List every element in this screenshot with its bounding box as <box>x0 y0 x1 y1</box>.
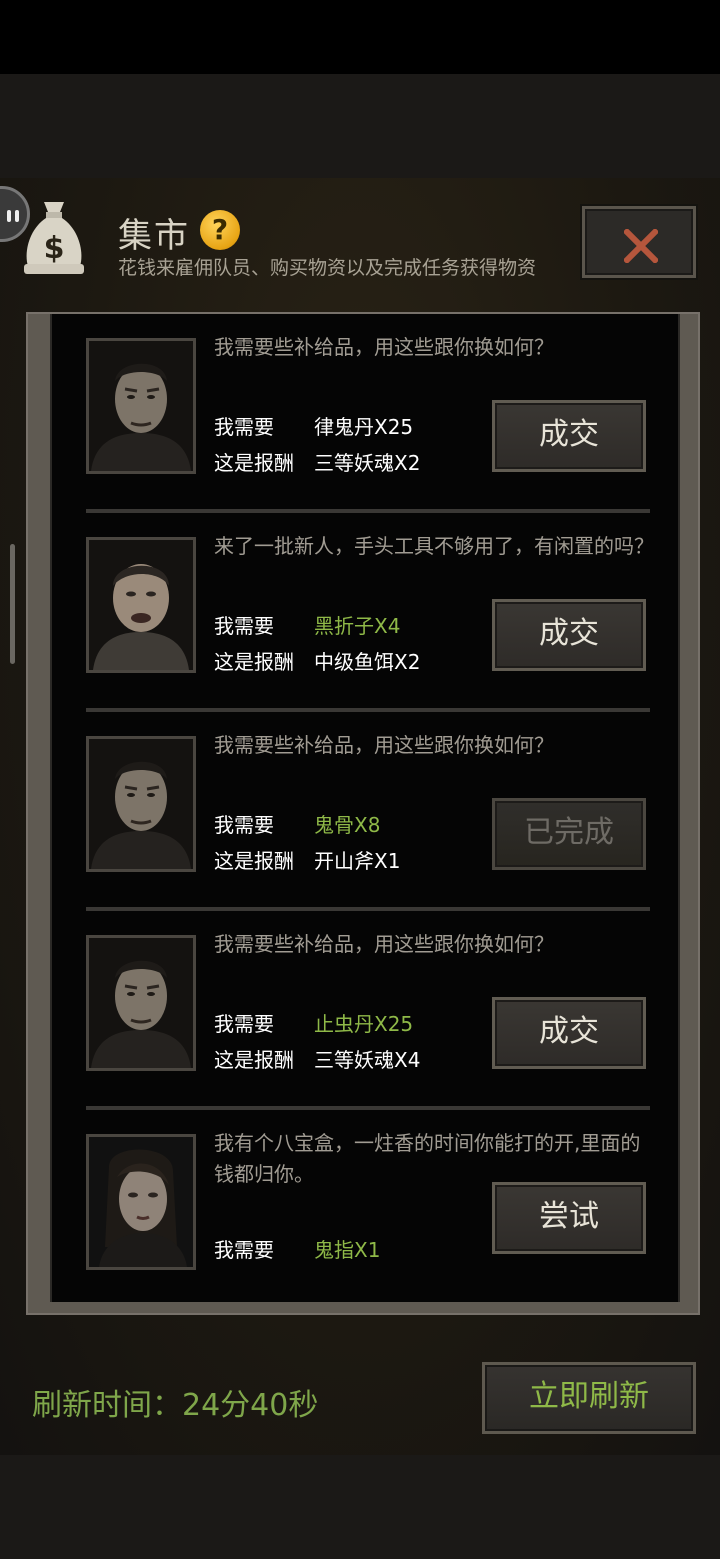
need-item: 黑折子X4 <box>314 614 401 638</box>
eye-icon <box>15 210 19 222</box>
reward-item: 三等妖魂X2 <box>314 451 421 475</box>
portrait-image <box>89 1137 193 1267</box>
money-bag-icon: $ <box>24 202 84 274</box>
need-item: 鬼骨X8 <box>314 813 381 837</box>
refresh-timer: 刷新时间：24分40秒 <box>32 1380 318 1424</box>
bottom-margin <box>0 1455 720 1559</box>
page-subtitle: 花钱来雇佣队员、购买物资以及完成任务获得物资 <box>118 257 537 279</box>
reward-label: 这是报酬 <box>214 451 294 475</box>
npc-dialog: 我需要些补给品，用这些跟你换如何？ <box>214 932 554 956</box>
trade-row: 我有个八宝盒，一炷香的时间你能打的开,里面的钱都归你。我需要 鬼指X1 尝试 <box>52 1110 678 1302</box>
reward-label: 这是报酬 <box>214 1048 294 1072</box>
npc-portrait <box>86 537 196 673</box>
reward-item: 三等妖魂X4 <box>314 1048 421 1072</box>
eye-icon <box>7 210 11 222</box>
refresh-label: 刷新时间： <box>32 1388 182 1423</box>
npc-dialog: 我需要些补给品，用这些跟你换如何？ <box>214 733 554 757</box>
trade-row: 来了一批新人，手头工具不够用了，有闲置的吗？ 我需要 黑折子X4 这是报酬 中级鱼饵X2… <box>52 513 678 712</box>
trade-button[interactable]: 成交 <box>492 400 646 472</box>
reward-label: 这是报酬 <box>214 849 294 873</box>
portrait-image <box>89 341 193 471</box>
refresh-now-button[interactable]: 立即刷新 <box>482 1362 696 1434</box>
portrait-image <box>89 739 193 869</box>
npc-portrait <box>86 338 196 474</box>
need-label: 我需要 <box>214 1238 274 1262</box>
need-item: 鬼指X1 <box>314 1238 381 1262</box>
reward-label: 这是报酬 <box>214 650 294 674</box>
svg-text:$: $ <box>44 231 65 266</box>
trade-button[interactable]: 尝试 <box>492 1182 646 1254</box>
need-label: 我需要 <box>214 415 274 439</box>
npc-portrait <box>86 736 196 872</box>
top-margin <box>0 74 720 178</box>
trade-row: 我需要些补给品，用这些跟你换如何？ 我需要 律鬼丹X25 这是报酬 三等妖魂X2 成交 <box>52 314 678 513</box>
close-icon <box>624 229 658 263</box>
status-bar-area <box>0 0 720 74</box>
trade-button[interactable]: 成交 <box>492 997 646 1069</box>
need-item: 律鬼丹X25 <box>314 415 414 439</box>
page-title: 集市 <box>118 216 190 256</box>
portrait-image <box>89 938 193 1068</box>
close-button[interactable] <box>582 206 696 278</box>
trade-row: 我需要些补给品，用这些跟你换如何？ 我需要 止虫丹X25 这是报酬 三等妖魂X4 成交 <box>52 911 678 1110</box>
reward-item: 开山斧X1 <box>314 849 401 873</box>
npc-portrait <box>86 1134 196 1270</box>
trade-list-frame: 我需要些补给品，用这些跟你换如何？ 我需要 律鬼丹X25 这是报酬 三等妖魂X2 成交 来了… <box>10 312 700 1315</box>
need-item: 止虫丹X25 <box>314 1012 414 1036</box>
trade-list[interactable]: 我需要些补给品，用这些跟你换如何？ 我需要 律鬼丹X25 这是报酬 三等妖魂X2 成交 来了… <box>50 314 680 1302</box>
scrollbar[interactable] <box>10 544 15 664</box>
need-label: 我需要 <box>214 614 274 638</box>
npc-dialog: 我需要些补给品，用这些跟你换如何？ <box>214 335 554 359</box>
npc-portrait <box>86 935 196 1071</box>
completed-button[interactable]: 已完成 <box>492 798 646 870</box>
need-label: 我需要 <box>214 1012 274 1036</box>
reward-item: 中级鱼饵X2 <box>314 650 421 674</box>
help-icon[interactable]: ? <box>200 210 240 250</box>
npc-dialog: 来了一批新人，手头工具不够用了，有闲置的吗？ <box>214 534 654 558</box>
npc-dialog: 我有个八宝盒，一炷香的时间你能打的开,里面的钱都归你。 <box>214 1131 641 1186</box>
need-label: 我需要 <box>214 813 274 837</box>
refresh-time: 24分40秒 <box>182 1388 319 1423</box>
trade-row: 我需要些补给品，用这些跟你换如何？ 我需要 鬼骨X8 这是报酬 开山斧X1 已完成 <box>52 712 678 911</box>
portrait-image <box>89 540 193 670</box>
trade-button[interactable]: 成交 <box>492 599 646 671</box>
